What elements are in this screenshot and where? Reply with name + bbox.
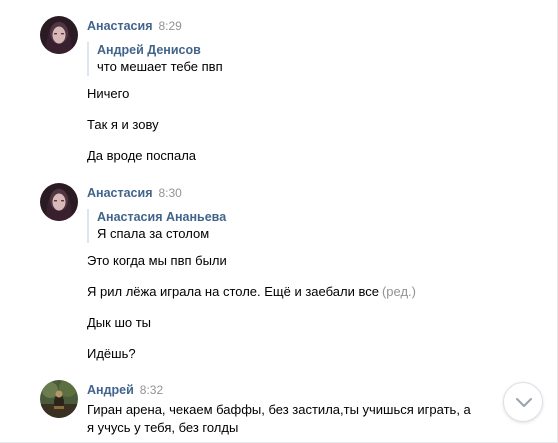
chat-history: Анастасия 8:29 Андрей Денисов что мешает … bbox=[0, 0, 558, 443]
author-name[interactable]: Андрей bbox=[87, 383, 134, 397]
author-name[interactable]: Анастасия bbox=[87, 19, 153, 33]
chevron-down-icon bbox=[516, 398, 532, 407]
message-header: Андрей 8:32 bbox=[87, 382, 163, 398]
quote-text: что мешает тебе пвп bbox=[97, 59, 223, 74]
message-time[interactable]: 8:32 bbox=[140, 383, 163, 397]
message-text-body: Я рил лёжа играла на столе. Ещё и заебал… bbox=[87, 284, 379, 299]
author-name[interactable]: Анастасия bbox=[87, 186, 153, 200]
edited-label: (ред.) bbox=[381, 284, 416, 299]
avatar[interactable] bbox=[40, 183, 78, 221]
quote-author[interactable]: Анастасия Ананьева bbox=[97, 209, 226, 225]
scroll-down-button[interactable] bbox=[503, 382, 543, 422]
message-text: Да вроде поспала bbox=[87, 148, 197, 163]
message-text: Так я и зову bbox=[87, 117, 159, 132]
message-text: Гиран арена, чекаем баффы, без застила,т… bbox=[87, 402, 471, 435]
quote-text: Я спала за столом bbox=[97, 226, 210, 241]
avatar[interactable] bbox=[40, 380, 78, 418]
quote-author[interactable]: Андрей Денисов bbox=[97, 42, 223, 58]
message-header: Анастасия 8:30 bbox=[87, 185, 182, 201]
message-text: Это когда мы пвп были bbox=[87, 253, 227, 268]
message-time[interactable]: 8:29 bbox=[159, 19, 182, 33]
message-time[interactable]: 8:30 bbox=[159, 186, 182, 200]
forwarded-quote[interactable]: Анастасия Ананьева Я спала за столом bbox=[87, 209, 226, 243]
avatar[interactable] bbox=[40, 16, 78, 54]
message-text: Идёшь? bbox=[87, 346, 136, 361]
message-text: Ничего bbox=[87, 86, 130, 101]
forwarded-quote[interactable]: Андрей Денисов что мешает тебе пвп bbox=[87, 42, 223, 76]
message-text: Дык шо ты bbox=[87, 315, 152, 330]
message-text: Я рил лёжа играла на столе. Ещё и заебал… bbox=[87, 283, 416, 301]
message-header: Анастасия 8:29 bbox=[87, 18, 182, 34]
